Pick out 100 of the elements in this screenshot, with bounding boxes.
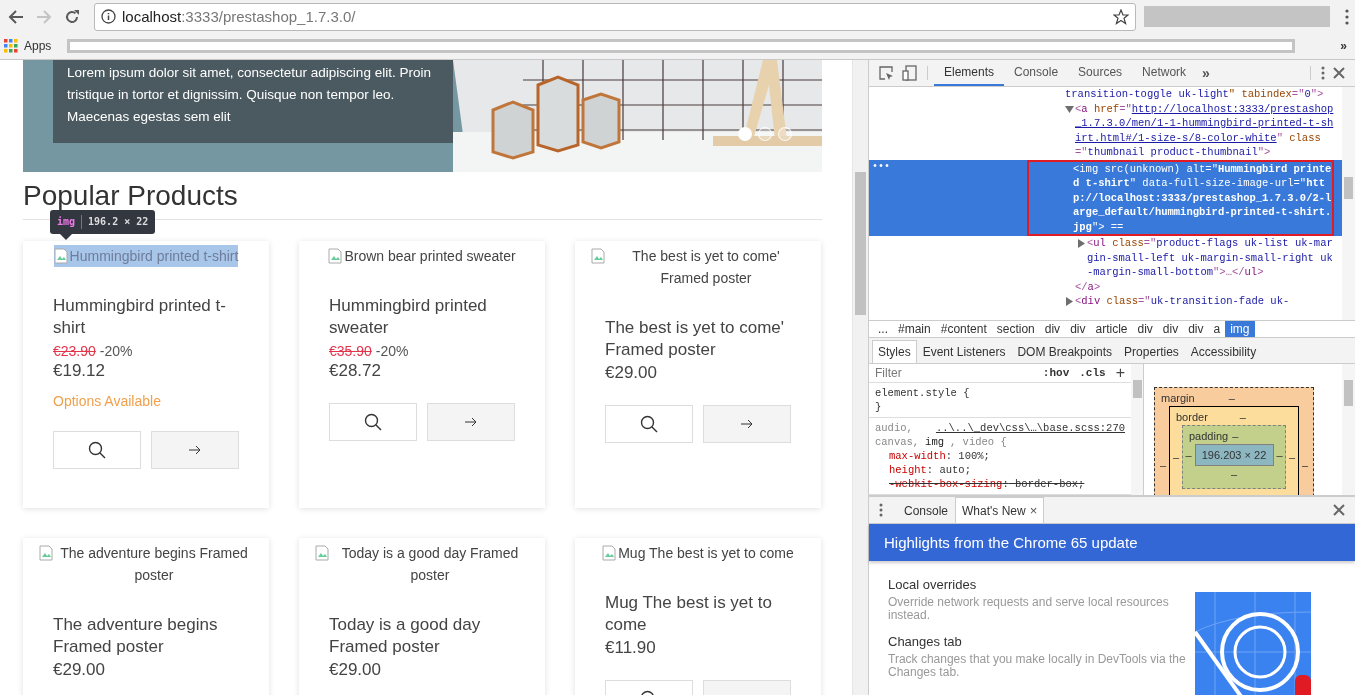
discount: -20% <box>99 343 133 359</box>
add-rule-button[interactable]: + <box>1115 364 1125 382</box>
product-card[interactable]: Today is a good day Framed poster Today is a good day Framed poster €29.00 <box>299 538 545 695</box>
breadcrumb[interactable]: div <box>1183 321 1209 337</box>
page-scrollbar[interactable] <box>852 60 868 695</box>
options-note: Options Available <box>53 393 162 409</box>
css-selector: img <box>925 435 944 449</box>
dom-node[interactable]: <ul class="product-flags uk-list uk-margin-small-left uk-margin-small-right uk-margin-small-bottom">…</ul> <box>1087 236 1334 280</box>
banner-text: Lorem ipsum dolor sit amet, consectetur adipiscing elit. Proin tristique in tortor et dignissim. Quisque non tempor leo. Maecenas egestas sem elit <box>53 60 453 143</box>
product-card[interactable]: The adventure begins Framed poster The adventure begins Framed poster €29.00 <box>23 538 269 695</box>
breadcrumb[interactable]: div <box>1157 321 1184 337</box>
quick-view-button[interactable] <box>605 405 693 443</box>
price: €11.90 <box>605 638 657 658</box>
devtools-tab[interactable]: Elements <box>934 60 1005 86</box>
menu-dots-icon[interactable] <box>1345 8 1349 25</box>
product-card[interactable]: Brown bear printed sweater Hummingbird printed sweater €35.90 -20% €28.72 <box>299 241 545 508</box>
product-name[interactable]: The best is yet to come' Framed poster <box>605 317 795 361</box>
breadcrumb[interactable]: #content <box>935 321 992 337</box>
collapsed-triangle-icon[interactable] <box>1077 239 1086 248</box>
breadcrumb[interactable]: ... <box>873 321 893 337</box>
dom-node[interactable]: <div class="uk-transition-fade uk- <box>1075 294 1290 309</box>
address-field[interactable]: localhost:3333/prestashop_1.7.3.0/ <box>94 2 1136 31</box>
apps-grid-icon[interactable] <box>4 39 18 53</box>
carousel-dot[interactable] <box>778 127 792 141</box>
breadcrumb[interactable]: article <box>1090 321 1133 337</box>
devtools-tab[interactable]: Network <box>1132 60 1197 86</box>
highlights-banner: Highlights from the Chrome 65 update <box>869 524 1355 561</box>
price: €28.72 <box>329 361 382 381</box>
padding-label: padding <box>1189 430 1229 442</box>
dom-node[interactable]: </a> <box>1075 279 1101 294</box>
feature-description: Track changes that you make locally in DevTools via the Changes tab. <box>888 653 1187 679</box>
border-value: – <box>1239 411 1246 423</box>
star-icon[interactable] <box>1113 8 1129 25</box>
margin-side: – <box>1159 459 1166 471</box>
breadcrumb[interactable]: div <box>1132 321 1158 337</box>
broken-image: The adventure begins Framed poster <box>38 542 254 586</box>
forward-arrow-icon <box>36 8 52 25</box>
feature-title[interactable]: Changes tab <box>888 634 1188 649</box>
tooltip-size: 196.2 × 22 <box>88 216 149 228</box>
search-icon <box>364 413 382 431</box>
styles-tab[interactable]: Accessibility <box>1184 340 1263 363</box>
border-side: – <box>1289 451 1296 463</box>
more-tabs-button[interactable]: » <box>1196 60 1216 86</box>
margin-label: margin <box>1161 392 1195 404</box>
apps-bookmark[interactable]: Apps <box>24 39 52 53</box>
styles-tab[interactable]: Properties <box>1118 340 1185 363</box>
expanded-triangle-icon[interactable] <box>1065 104 1074 114</box>
dom-node[interactable]: <img src(unknown) alt="Hummingbird printed t-shirt" data-full-size-image-url="http://localhost:3333/prestashop_1.7.3.0/2-large_default/hummingbird-printed-t-shirt.jpg"> == <box>1073 161 1332 234</box>
margin-side: – <box>1302 459 1309 471</box>
padding-value: – <box>1232 430 1239 442</box>
feature-title[interactable]: Local overrides <box>888 577 1188 592</box>
quick-view-button[interactable] <box>329 403 417 441</box>
drawer-tab[interactable]: What's New × <box>955 497 1045 523</box>
more-bookmarks-button[interactable]: » <box>1340 39 1347 53</box>
styles-tab[interactable]: DOM Breakpoints <box>1011 340 1119 363</box>
breadcrumb[interactable]: section <box>991 321 1040 337</box>
product-name[interactable]: Hummingbird printed sweater <box>329 295 519 339</box>
css-property[interactable]: max-width: 100%; <box>875 449 1125 463</box>
price: €19.12 <box>53 361 106 381</box>
styles-tab[interactable]: Styles <box>872 340 917 363</box>
section-heading: Popular Products <box>23 180 238 211</box>
breadcrumb[interactable]: a <box>1208 321 1226 337</box>
css-property[interactable]: -webkit-box-sizing: border-box; <box>875 477 1125 491</box>
breadcrumb[interactable]: #main <box>893 321 936 337</box>
close-tab-icon[interactable]: × <box>1029 503 1038 518</box>
product-name[interactable]: Today is a good day Framed poster <box>329 614 519 658</box>
styles-scrollbar[interactable] <box>1131 364 1144 495</box>
devtools-tab[interactable]: Console <box>1004 60 1069 86</box>
dom-node[interactable]: transition-toggle uk-light" tabindex="0"> <box>1065 87 1324 102</box>
view-button[interactable] <box>703 405 791 443</box>
arrow-right-icon <box>741 419 753 429</box>
css-selector: , video { <box>950 435 1007 449</box>
padding-value: – <box>1230 468 1238 480</box>
breadcrumb[interactable]: div <box>1065 321 1091 337</box>
cls-toggle[interactable]: .cls <box>1079 367 1106 379</box>
source-link[interactable]: ..\..\_dev\css\…\base.scss:270 <box>935 421 1125 435</box>
price: €29.00 <box>53 660 106 680</box>
breadcrumb[interactable]: div <box>1039 321 1066 337</box>
breadcrumb[interactable]: img <box>1225 321 1255 337</box>
product-name[interactable]: Hummingbird printed t-shirt <box>53 295 243 339</box>
styles-tab[interactable]: Event Listeners <box>916 340 1012 363</box>
collapsed-triangle-icon[interactable] <box>1065 297 1074 306</box>
product-name[interactable]: The adventure begins Framed poster <box>53 614 243 658</box>
url-text: localhost:3333/prestashop_1.7.3.0/ <box>122 8 357 25</box>
box-model-scrollbar[interactable] <box>1342 364 1355 495</box>
more-dots[interactable]: ••• <box>872 159 890 174</box>
dom-scrollbar[interactable] <box>1342 87 1355 320</box>
product-card[interactable]: The best is yet to come' Framed poster The best is yet to come' Framed poster €29.00 <box>575 241 821 508</box>
css-property[interactable]: height: auto; <box>875 463 1125 477</box>
quick-view-button[interactable] <box>53 431 141 469</box>
product-name[interactable]: Mug The best is yet to come <box>605 592 795 636</box>
hov-toggle[interactable]: :hov <box>1042 367 1070 379</box>
product-card[interactable]: Mug The best is yet to come Mug The best is yet to come €11.90 <box>575 538 821 695</box>
dom-node[interactable]: <a href="http://localhost:3333/prestashop_1.7.3.0/men/1-1-hummingbird-printed-t-shirt.html#/1-size-s/8-color-white" class ="thumbnail product-thumbnail"> <box>1075 101 1334 160</box>
drawer-tab[interactable]: Console <box>897 497 956 523</box>
devtools-tab[interactable]: Sources <box>1068 60 1133 86</box>
view-button[interactable] <box>151 431 239 469</box>
broken-image: Mug The best is yet to come <box>602 542 794 564</box>
view-button[interactable] <box>427 403 515 441</box>
carousel-dot[interactable] <box>758 127 772 141</box>
